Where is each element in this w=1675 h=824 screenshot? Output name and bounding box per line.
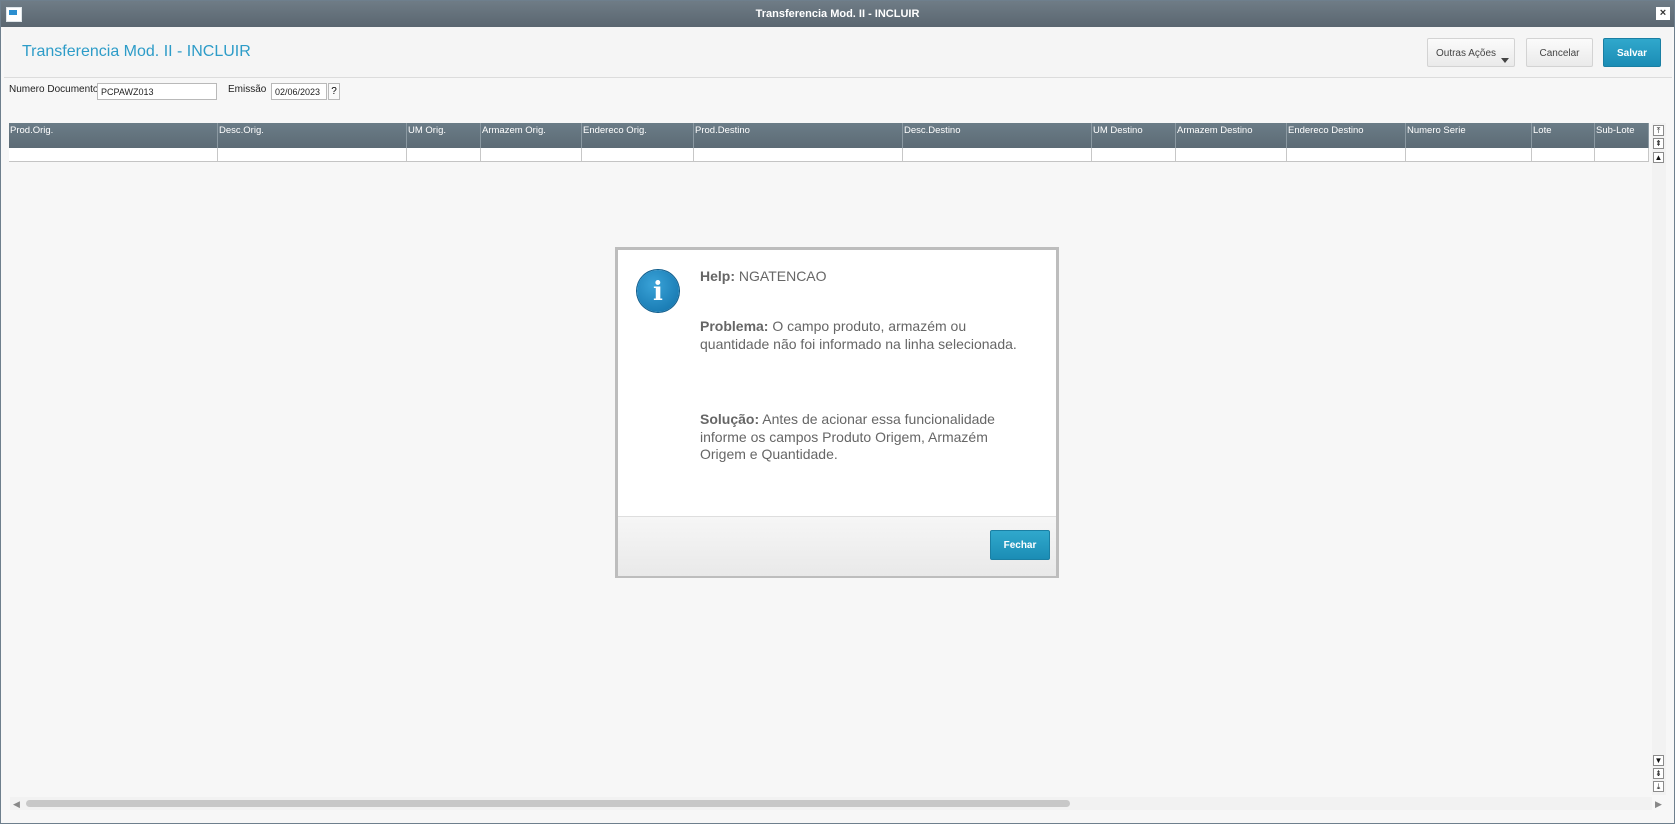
numero-documento-label: Numero Documento bbox=[9, 84, 99, 95]
scroll-left-icon[interactable]: ◀ bbox=[13, 799, 20, 810]
table-cell[interactable] bbox=[1092, 148, 1176, 161]
column-header[interactable]: Endereco Orig. bbox=[582, 123, 694, 148]
help-dialog: i Help: NGATENCAO Problema: O campo prod… bbox=[615, 247, 1059, 578]
window-close-button[interactable]: × bbox=[1656, 7, 1670, 20]
date-help-button[interactable]: ? bbox=[328, 83, 340, 100]
grid-header: Prod.Orig. Desc.Orig. UM Orig. Armazem O… bbox=[9, 123, 1649, 148]
table-cell[interactable] bbox=[1532, 148, 1595, 161]
table-cell[interactable] bbox=[1406, 148, 1532, 161]
column-header[interactable]: Desc.Destino bbox=[903, 123, 1092, 148]
table-cell[interactable] bbox=[9, 148, 218, 161]
outras-acoes-label: Outras Ações bbox=[1435, 48, 1497, 59]
horizontal-scrollbar[interactable]: ◀ ▶ bbox=[10, 797, 1662, 810]
solution-label: Solução: bbox=[700, 411, 760, 427]
column-header[interactable]: Prod.Orig. bbox=[9, 123, 218, 148]
column-header[interactable]: Armazem Destino bbox=[1176, 123, 1287, 148]
scroll-down-icon[interactable]: ▼ bbox=[1653, 755, 1664, 766]
column-header[interactable]: UM Destino bbox=[1092, 123, 1176, 148]
emissao-date-input[interactable]: 02/06/2023 bbox=[271, 83, 327, 100]
table-cell[interactable] bbox=[582, 148, 694, 161]
column-header[interactable]: Lote bbox=[1532, 123, 1595, 148]
table-cell[interactable] bbox=[407, 148, 481, 161]
numero-documento-input[interactable]: PCPAWZ013 bbox=[97, 83, 217, 100]
cancel-button[interactable]: Cancelar bbox=[1526, 38, 1593, 67]
table-cell[interactable] bbox=[1287, 148, 1406, 161]
outras-acoes-button[interactable]: Outras Ações bbox=[1427, 38, 1515, 67]
problem-text: Problema: O campo produto, armazém ou qu… bbox=[700, 318, 1036, 353]
window-icon bbox=[6, 7, 22, 22]
solution-text: Solução: Antes de acionar essa funcional… bbox=[700, 411, 1036, 464]
close-dialog-button[interactable]: Fechar bbox=[990, 530, 1050, 560]
table-cell[interactable] bbox=[1176, 148, 1287, 161]
scroll-page-up-icon[interactable]: ⇞ bbox=[1653, 138, 1664, 149]
help-heading: Help: NGATENCAO bbox=[700, 268, 1036, 286]
problem-label: Problema: bbox=[700, 318, 769, 334]
items-grid: Prod.Orig. Desc.Orig. UM Orig. Armazem O… bbox=[9, 123, 1649, 162]
table-row[interactable] bbox=[9, 148, 1649, 162]
table-cell[interactable] bbox=[903, 148, 1092, 161]
emissao-label: Emissão bbox=[228, 84, 267, 95]
column-header[interactable]: Armazem Orig. bbox=[481, 123, 582, 148]
scroll-right-icon[interactable]: ▶ bbox=[1655, 799, 1662, 810]
column-header[interactable]: Sub-Lote bbox=[1595, 123, 1649, 148]
column-header[interactable]: Endereco Destino bbox=[1287, 123, 1406, 148]
help-code: NGATENCAO bbox=[738, 268, 827, 284]
scroll-top-icon[interactable]: ⤒ bbox=[1653, 125, 1664, 136]
scroll-page-down-icon[interactable]: ⇟ bbox=[1653, 768, 1664, 779]
window-title: Transferencia Mod. II - INCLUIR bbox=[755, 8, 920, 20]
vertical-scrollbar[interactable]: ⤒ ⇞ ▲ ▼ ⇟ ⤓ bbox=[1652, 123, 1666, 795]
column-header[interactable]: UM Orig. bbox=[407, 123, 481, 148]
table-cell[interactable] bbox=[218, 148, 407, 161]
dialog-footer: Fechar bbox=[618, 516, 1056, 576]
document-form: Numero Documento PCPAWZ013 Emissão 02/06… bbox=[1, 81, 1674, 106]
info-icon: i bbox=[637, 270, 679, 312]
title-bar: Transferencia Mod. II - INCLUIR × bbox=[1, 1, 1674, 27]
scroll-up-icon[interactable]: ▲ bbox=[1653, 152, 1664, 163]
table-cell[interactable] bbox=[694, 148, 903, 161]
column-header[interactable]: Desc.Orig. bbox=[218, 123, 407, 148]
table-cell[interactable] bbox=[1595, 148, 1649, 161]
scroll-thumb[interactable] bbox=[26, 800, 1070, 807]
page-title: Transferencia Mod. II - INCLUIR bbox=[22, 43, 251, 60]
table-cell[interactable] bbox=[481, 148, 582, 161]
scroll-bottom-icon[interactable]: ⤓ bbox=[1653, 781, 1664, 792]
column-header[interactable]: Prod.Destino bbox=[694, 123, 903, 148]
page-header: Transferencia Mod. II - INCLUIR Outras A… bbox=[4, 27, 1672, 78]
chevron-down-icon bbox=[1501, 58, 1509, 63]
app-window: Transferencia Mod. II - INCLUIR × Transf… bbox=[0, 0, 1675, 824]
column-header[interactable]: Numero Serie bbox=[1406, 123, 1532, 148]
help-label: Help: bbox=[700, 268, 735, 284]
save-button[interactable]: Salvar bbox=[1603, 38, 1661, 67]
